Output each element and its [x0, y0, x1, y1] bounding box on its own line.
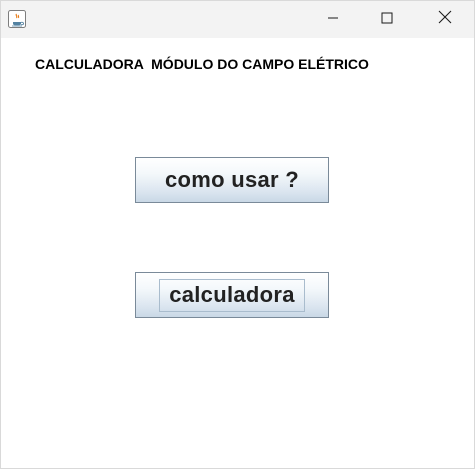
- how-to-use-button[interactable]: como usar ?: [135, 157, 329, 203]
- content-panel: CALCULADORA MÓDULO DO CAMPO ELÉTRICO com…: [1, 38, 474, 468]
- calculator-button-label: calculadora: [169, 282, 295, 307]
- calculator-button[interactable]: calculadora: [135, 272, 329, 318]
- how-to-use-button-label: como usar ?: [164, 167, 300, 192]
- title-bar: [1, 1, 474, 38]
- page-title: CALCULADORA MÓDULO DO CAMPO ELÉTRICO: [35, 56, 369, 72]
- close-icon: [438, 10, 452, 29]
- close-button[interactable]: [422, 1, 468, 38]
- minimize-button[interactable]: [310, 1, 356, 38]
- app-window: CALCULADORA MÓDULO DO CAMPO ELÉTRICO com…: [0, 0, 475, 469]
- java-app-icon[interactable]: [8, 10, 26, 28]
- maximize-icon: [381, 11, 393, 29]
- maximize-button[interactable]: [364, 1, 410, 38]
- minimize-icon: [327, 11, 339, 29]
